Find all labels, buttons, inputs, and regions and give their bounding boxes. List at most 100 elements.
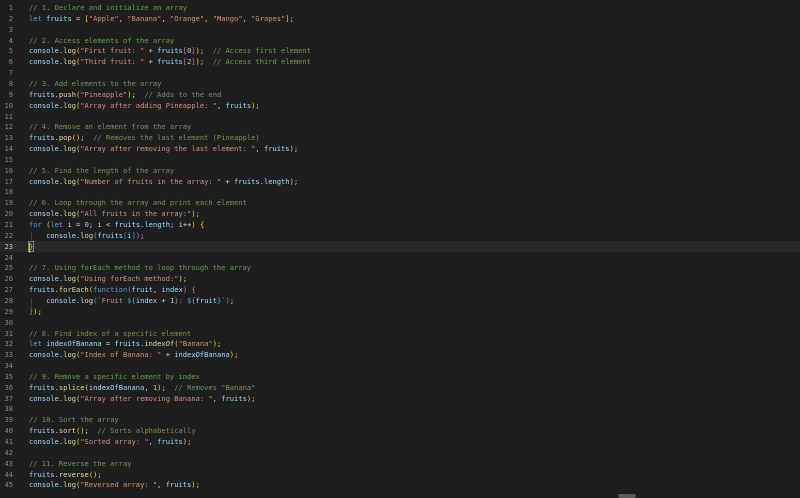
code-text[interactable]: console.log("Array after removing Banana… <box>29 393 255 404</box>
code-text[interactable]: console.log("Number of fruits in the arr… <box>29 176 298 187</box>
code-text[interactable]: fruits.splice(indexOfBanana, 1); // Remo… <box>29 382 255 393</box>
code-line[interactable]: 14 console.log("Array after removing the … <box>0 143 800 154</box>
code-line[interactable]: 18 <box>0 186 800 197</box>
code-token: "Banana" <box>127 13 162 23</box>
line-number: 20 <box>4 209 13 219</box>
code-line[interactable]: 25 // 7. Using forEach method to loop thr… <box>0 262 800 273</box>
code-line[interactable]: 21 for (let i = 0; i < fruits.length; i++… <box>0 219 800 230</box>
code-line[interactable]: 15 <box>0 154 800 165</box>
code-text[interactable]: for (let i = 0; i < fruits.length; i++) … <box>29 219 204 230</box>
code-line[interactable]: 24 <box>0 252 800 263</box>
code-text[interactable]: console.log("First fruit: " + fruits[0])… <box>29 45 311 56</box>
code-text[interactable]: fruits.reverse(); <box>29 469 102 480</box>
code-line[interactable]: 8 // 3. Add elements to the array <box>0 78 800 89</box>
code-text[interactable]: // 2. Access elements of the array <box>29 35 174 46</box>
code-line[interactable]: 43 // 11. Reverse the array <box>0 458 800 469</box>
code-text[interactable]: let fruits = ["Apple", "Banana", "Orange… <box>29 13 294 24</box>
code-line[interactable]: 31 // 8. Find index of a specific element <box>0 328 800 339</box>
code-token: ; <box>289 13 294 23</box>
code-line[interactable]: 13 fruits.pop(); // Removes the last elem… <box>0 132 800 143</box>
code-text[interactable]: fruits.forEach(function(fruit, index) { <box>29 284 196 295</box>
code-line[interactable]: 27 fruits.forEach(function(fruit, index) … <box>0 284 800 295</box>
code-token: console <box>29 57 59 67</box>
code-text[interactable]: console.log("Reversed array: ", fruits); <box>29 479 200 490</box>
code-line[interactable]: 32 let indexOfBanana = fruits.indexOf("Ba… <box>0 338 800 349</box>
line-number: 34 <box>4 361 13 371</box>
code-line[interactable]: 7 <box>0 67 800 78</box>
code-line[interactable]: 16 // 5. Find the length of the array <box>0 165 800 176</box>
code-line[interactable]: 42 <box>0 447 800 458</box>
line-number: 29 <box>4 306 13 316</box>
line-number: 40 <box>4 426 13 436</box>
code-line[interactable]: 1 // 1. Declare and initialize an array <box>0 2 800 13</box>
code-text[interactable]: // 6. Loop through the array and print e… <box>29 197 247 208</box>
code-line[interactable]: 30 <box>0 317 800 328</box>
code-token: , <box>212 393 222 403</box>
line-number: 2 <box>8 13 13 23</box>
code-line[interactable]: 35 // 9. Remove a specific element by ind… <box>0 371 800 382</box>
code-line[interactable]: 17 console.log("Number of fruits in the a… <box>0 176 800 187</box>
code-text[interactable]: // 9. Remove a specific element by index <box>29 371 200 382</box>
code-line[interactable]: 26 console.log("Using forEach method:"); <box>0 273 800 284</box>
code-text[interactable]: // 8. Find index of a specific element <box>29 328 191 339</box>
code-line[interactable]: 11 <box>0 111 800 122</box>
code-text[interactable]: // 11. Reverse the array <box>29 458 132 469</box>
code-line[interactable]: 40 fruits.sort(); // Sorts alphabetically <box>0 425 800 436</box>
code-text[interactable]: // 5. Find the length of the array <box>29 165 174 176</box>
code-text[interactable]: console.log("Array after removing the la… <box>29 143 298 154</box>
code-token: "Number of fruits in the array: " <box>80 176 222 186</box>
code-text[interactable]: // 4. Remove an element from the array <box>29 121 191 132</box>
code-token: log <box>63 144 76 154</box>
code-text[interactable]: console.log("Sorted array: ", fruits); <box>29 436 191 447</box>
code-text[interactable]: console.log("Index of Banana: " + indexO… <box>29 349 238 360</box>
code-text[interactable]: console.log("All fruits in the array:"); <box>29 208 200 219</box>
code-token: // Access first element <box>212 46 311 56</box>
code-line[interactable]: 44 fruits.reverse(); <box>0 469 800 480</box>
code-text[interactable]: let indexOfBanana = fruits.indexOf("Bana… <box>29 338 221 349</box>
code-line[interactable]: 39 // 10. Sort the array <box>0 414 800 425</box>
code-line[interactable]: 34 <box>0 360 800 371</box>
code-line[interactable]: 38 <box>0 403 800 414</box>
code-line[interactable]: 28 console.log(`Fruit ${index + 1}: ${fr… <box>0 295 800 306</box>
line-number: 43 <box>4 458 13 468</box>
code-text[interactable]: console.log(fruits[i]); <box>29 230 144 241</box>
code-line[interactable]: 45 console.log("Reversed array: ", fruits… <box>0 479 800 490</box>
code-text[interactable]: console.log(`Fruit ${index + 1}: ${fruit… <box>29 295 234 306</box>
code-text[interactable]: fruits.sort(); // Sorts alphabetically <box>29 425 196 436</box>
code-text[interactable]: console.log("Array after adding Pineappl… <box>29 100 260 111</box>
code-text[interactable]: console.log("Using forEach method:"); <box>29 273 187 284</box>
code-line[interactable]: 20 console.log("All fruits in the array:"… <box>0 208 800 219</box>
code-line[interactable]: 37 console.log("Array after removing Bana… <box>0 393 800 404</box>
code-text[interactable]: fruits.pop(); // Removes the last elemen… <box>29 132 260 143</box>
code-line[interactable]: 9 fruits.push("Pineapple"); // Adds to th… <box>0 89 800 100</box>
code-line[interactable]: 3 <box>0 24 800 35</box>
code-line[interactable]: 6 console.log("Third fruit: " + fruits[2]… <box>0 56 800 67</box>
code-line[interactable]: 19 // 6. Loop through the array and print… <box>0 197 800 208</box>
code-text[interactable]: fruits.push("Pineapple"); // Adds to the… <box>29 89 221 100</box>
code-line[interactable]: 5 console.log("First fruit: " + fruits[0]… <box>0 45 800 56</box>
code-token: length <box>144 220 171 229</box>
code-text[interactable]: console.log("Third fruit: " + fruits[2])… <box>29 56 311 67</box>
code-line[interactable]: 22 console.log(fruits[i]); <box>0 230 800 241</box>
code-line[interactable]: 33 console.log("Index of Banana: " + inde… <box>0 349 800 360</box>
code-line[interactable]: 10 console.log("Array after adding Pineap… <box>0 100 800 111</box>
code-editor[interactable]: 45 console.log("Reversed array: ", fruits… <box>0 0 800 498</box>
code-token: , <box>157 480 166 490</box>
code-text[interactable]: // 10. Sort the array <box>29 414 119 425</box>
code-line[interactable]: 12 // 4. Remove an element from the array <box>0 121 800 132</box>
code-token: fruits <box>234 176 260 186</box>
code-line[interactable]: 2 let fruits = ["Apple", "Banana", "Orang… <box>0 13 800 24</box>
code-token: , <box>204 13 213 23</box>
horizontal-scrollbar-thumb[interactable] <box>618 494 636 498</box>
code-text[interactable]: // 7. Using forEach method to loop throu… <box>29 262 251 273</box>
code-line[interactable]: 36 fruits.splice(indexOfBanana, 1); // Re… <box>0 382 800 393</box>
code-text[interactable]: // 3. Add elements to the array <box>29 78 161 89</box>
code-token: ; <box>170 220 179 229</box>
code-text[interactable]: // 1. Declare and initialize an array <box>29 2 187 13</box>
code-token: fruits <box>114 220 141 229</box>
line-number: 16 <box>4 165 13 175</box>
code-line[interactable]: 29}); <box>0 306 800 317</box>
code-line[interactable]: 4 // 2. Access elements of the array <box>0 35 800 46</box>
code-line[interactable]: 23} <box>0 240 800 252</box>
code-line[interactable]: 41 console.log("Sorted array: ", fruits); <box>0 436 800 447</box>
